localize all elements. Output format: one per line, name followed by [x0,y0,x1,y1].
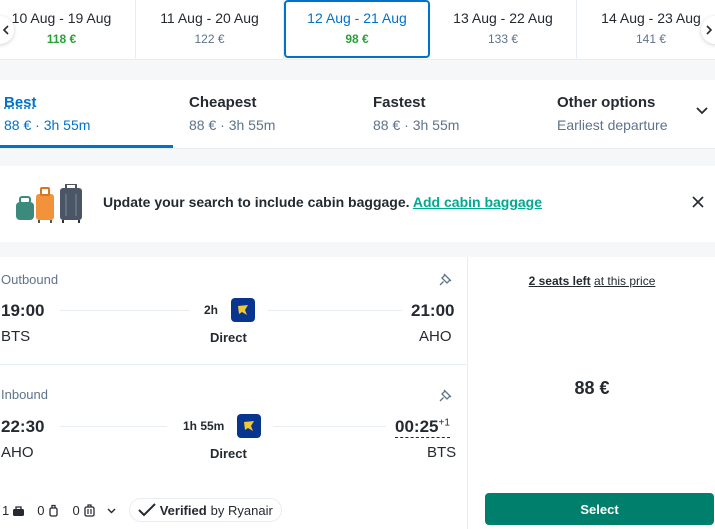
inbound-arrive-time: 00:25+1 [395,417,450,438]
date-option[interactable]: 13 Aug - 22 Aug 133 € [430,0,577,59]
flight-result-card[interactable]: Outbound 19:00 BTS 2h 21:00 Direct AHO I… [0,257,715,529]
verified-by: by Ryanair [210,502,273,518]
inbound-duration: 1h 55m [183,419,225,433]
date-strip: 10 Aug - 19 Aug 118 € 11 Aug - 20 Aug 12… [0,0,715,60]
date-range: 14 Aug - 23 Aug [601,10,701,26]
outbound-duration: 2h [204,303,219,317]
route-line [60,426,167,427]
date-range: 11 Aug - 20 Aug [160,10,259,26]
seats-left-notice: 2 seats left at this price [468,274,715,288]
route-line [273,426,386,427]
tab-fastest[interactable]: Fastest 88 € · 3h 55m [373,94,459,133]
verified-label: Verified [159,502,207,518]
banner-text: Update your search to include cabin bagg… [103,194,410,210]
tab-subtitle: 88 € · 3h 55m [189,117,276,133]
inbound-label: Inbound [1,387,48,402]
checked-bag-icon [84,503,95,517]
date-range: 10 Aug - 19 Aug [11,10,112,26]
pin-icon[interactable] [439,273,452,286]
baggage-summary[interactable]: 1 0 0 Verified by Ryanair [2,498,282,522]
itinerary-details: Outbound 19:00 BTS 2h 21:00 Direct AHO I… [0,257,466,529]
date-price: 141 € [635,32,667,46]
inbound-depart-code: AHO [1,444,34,461]
inbound-arrive-code: BTS [427,444,457,461]
ryanair-logo-icon [237,414,261,438]
outbound-label: Outbound [1,272,59,287]
outbound-stops: Direct [210,330,247,345]
tab-other-options[interactable]: Other options Earliest departure [557,94,668,133]
chevron-down-icon[interactable] [695,104,709,118]
total-price: 88 € [574,378,610,398]
tab-title: Best [4,94,37,111]
date-range: 13 Aug - 22 Aug [453,10,553,26]
checked-bag-count: 0 [72,502,80,518]
checkmark-icon [137,503,156,517]
cabin-bag-count: 0 [37,502,45,518]
outbound-arrive-time: 21:00 [411,301,455,320]
outbound-depart-code: BTS [1,328,31,345]
sort-tabs: Best 88 € · 3h 55m Cheapest 88 € · 3h 55… [0,80,715,149]
seats-note: at this price [594,274,656,288]
tab-best[interactable]: Best 88 € · 3h 55m [4,94,90,133]
chevron-right-icon [706,25,713,35]
personal-bag-count: 1 [2,502,10,518]
route-line [268,310,402,311]
date-price: 98 € [345,32,369,46]
date-range: 12 Aug - 21 Aug [307,10,407,26]
chevron-down-icon[interactable] [106,505,117,516]
price-panel: 2 seats left at this price 88 € Select [467,257,715,529]
pin-icon[interactable] [439,389,452,402]
tab-title: Cheapest [189,94,257,111]
tab-title: Other options [557,94,656,111]
ryanair-logo-icon [231,298,255,322]
tab-title: Fastest [373,94,426,111]
luggage-icon [16,184,82,223]
tab-subtitle: Earliest departure [557,117,668,133]
cabin-baggage-banner: Update your search to include cabin bagg… [0,166,715,242]
route-line [60,310,190,311]
outbound-arrive-code: AHO [419,328,452,345]
tab-cheapest[interactable]: Cheapest 88 € · 3h 55m [189,94,275,133]
date-price: 133 € [487,32,519,46]
verified-badge[interactable]: Verified by Ryanair [128,498,282,522]
outbound-depart-time: 19:00 [1,301,45,320]
add-cabin-baggage-link[interactable]: Add cabin baggage [413,194,542,210]
segment-divider [0,364,466,365]
seats-count: 2 seats left [528,274,591,288]
cabin-bag-icon [49,504,59,517]
inbound-stops: Direct [210,446,247,461]
personal-item-icon [13,505,25,516]
date-option[interactable]: 14 Aug - 23 Aug 141 € [577,0,715,59]
tab-subtitle: 88 € · 3h 55m [373,117,460,133]
close-icon[interactable] [691,195,705,209]
date-price: 118 € [46,32,77,46]
date-price: 122 € [194,32,225,46]
day-offset: +1 [438,417,450,429]
date-option[interactable]: 10 Aug - 19 Aug 118 € [0,0,136,59]
select-button[interactable]: Select [485,493,714,525]
arrive-time-value: 00:25 [395,417,439,436]
date-option-selected[interactable]: 12 Aug - 21 Aug 98 € [284,0,430,58]
banner-message: Update your search to include cabin bagg… [103,194,542,210]
chevron-left-icon [2,25,9,35]
tab-subtitle: 88 € · 3h 55m [4,117,91,133]
active-tab-indicator [0,145,173,148]
date-option[interactable]: 11 Aug - 20 Aug 122 € [136,0,284,59]
inbound-depart-time: 22:30 [1,417,45,436]
